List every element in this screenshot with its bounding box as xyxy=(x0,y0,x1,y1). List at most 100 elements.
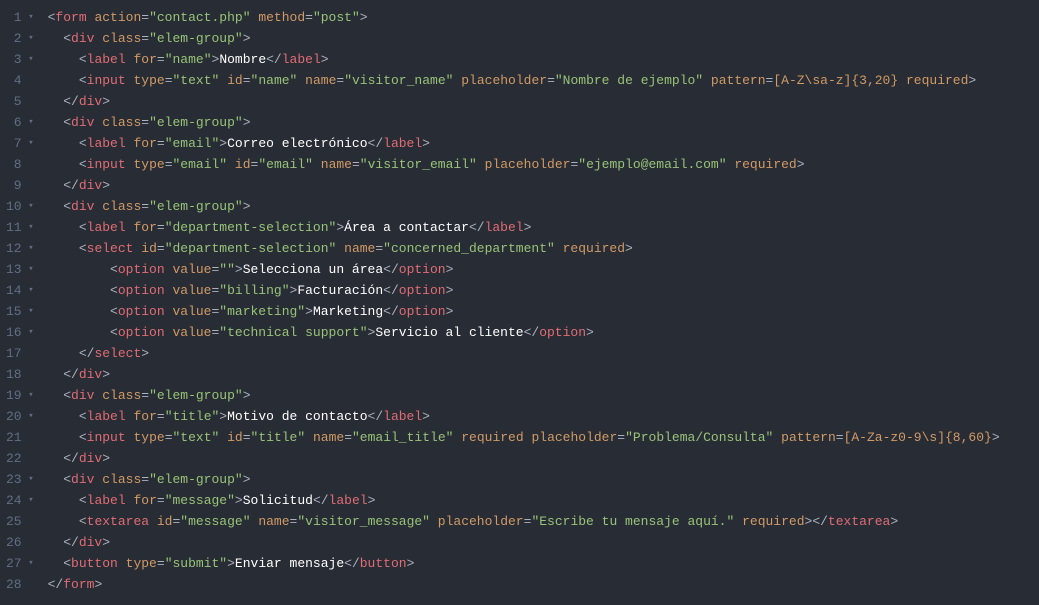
fold-toggle-icon[interactable]: ▾ xyxy=(26,259,34,280)
gutter-line[interactable]: 6▾ xyxy=(6,112,34,133)
code-line[interactable]: <div class="elem-group"> xyxy=(48,196,1039,217)
fold-toggle-icon[interactable]: ▾ xyxy=(26,469,34,490)
code-line[interactable]: </form> xyxy=(48,574,1039,595)
gutter-line[interactable]: 27▾ xyxy=(6,553,34,574)
gutter-line[interactable]: 22 xyxy=(6,448,34,469)
code-line[interactable]: <textarea id="message" name="visitor_mes… xyxy=(48,511,1039,532)
code-line[interactable]: <label for="message">Solicitud</label> xyxy=(48,490,1039,511)
token-attr: required xyxy=(734,157,796,172)
code-line[interactable]: <input type="text" id="name" name="visit… xyxy=(48,70,1039,91)
token-bracket: </ xyxy=(344,556,360,571)
gutter-line[interactable]: 11▾ xyxy=(6,217,34,238)
token-attr: for xyxy=(133,493,156,508)
gutter-line[interactable]: 24▾ xyxy=(6,490,34,511)
gutter-line[interactable]: 9 xyxy=(6,175,34,196)
fold-toggle-icon[interactable]: ▾ xyxy=(26,7,34,28)
token-bracket xyxy=(555,241,563,256)
gutter-line[interactable]: 5 xyxy=(6,91,34,112)
fold-toggle-icon[interactable]: ▾ xyxy=(26,322,34,343)
line-number: 3 xyxy=(14,49,22,70)
gutter-line[interactable]: 20▾ xyxy=(6,406,34,427)
code-line[interactable]: </div> xyxy=(48,91,1039,112)
fold-toggle-icon[interactable]: ▾ xyxy=(26,196,34,217)
gutter-line[interactable]: 14▾ xyxy=(6,280,34,301)
code-line[interactable]: <label for="name">Nombre</label> xyxy=(48,49,1039,70)
token-attr: method xyxy=(258,10,305,25)
token-attr: required xyxy=(563,241,625,256)
token-bracket: < xyxy=(110,262,118,277)
code-area[interactable]: <form action="contact.php" method="post"… xyxy=(42,0,1039,605)
code-line[interactable]: <option value="technical support">Servic… xyxy=(48,322,1039,343)
token-tag: option xyxy=(118,283,165,298)
line-number: 28 xyxy=(6,574,22,595)
fold-toggle-icon[interactable]: ▾ xyxy=(26,238,34,259)
token-bracket: < xyxy=(63,199,71,214)
fold-toggle-icon[interactable]: ▾ xyxy=(26,385,34,406)
fold-toggle-icon[interactable]: ▾ xyxy=(26,133,34,154)
code-line[interactable]: <option value="">Selecciona un área</opt… xyxy=(48,259,1039,280)
line-number: 14 xyxy=(6,280,22,301)
code-line[interactable]: </div> xyxy=(48,175,1039,196)
gutter-line[interactable]: 15▾ xyxy=(6,301,34,322)
token-eq: = xyxy=(157,409,165,424)
code-line[interactable]: <form action="contact.php" method="post"… xyxy=(48,7,1039,28)
code-line[interactable]: <label for="email">Correo electrónico</l… xyxy=(48,133,1039,154)
code-line[interactable]: <button type="submit">Enviar mensaje</bu… xyxy=(48,553,1039,574)
token-attr: for xyxy=(133,409,156,424)
fold-toggle-icon[interactable]: ▾ xyxy=(26,28,34,49)
code-line[interactable]: </div> xyxy=(48,448,1039,469)
code-line[interactable]: <div class="elem-group"> xyxy=(48,469,1039,490)
gutter-line[interactable]: 16▾ xyxy=(6,322,34,343)
token-bracket: > xyxy=(235,493,243,508)
token-attr: [A-Z\sa-z]{3,20} xyxy=(773,73,898,88)
code-line[interactable]: </div> xyxy=(48,532,1039,553)
token-str: "technical support" xyxy=(219,325,367,340)
code-line[interactable]: <option value="billing">Facturación</opt… xyxy=(48,280,1039,301)
token-bracket: </ xyxy=(524,325,540,340)
code-line[interactable]: <div class="elem-group"> xyxy=(48,28,1039,49)
gutter-line[interactable]: 18 xyxy=(6,364,34,385)
gutter-line[interactable]: 7▾ xyxy=(6,133,34,154)
gutter-line[interactable]: 12▾ xyxy=(6,238,34,259)
token-eq: = xyxy=(836,430,844,445)
code-editor[interactable]: 1▾2▾3▾456▾7▾8910▾11▾12▾13▾14▾15▾16▾17181… xyxy=(0,0,1039,605)
fold-toggle-icon[interactable]: ▾ xyxy=(26,217,34,238)
gutter-line[interactable]: 26 xyxy=(6,532,34,553)
line-number-gutter[interactable]: 1▾2▾3▾456▾7▾8910▾11▾12▾13▾14▾15▾16▾17181… xyxy=(0,0,42,605)
token-attr: for xyxy=(133,220,156,235)
fold-toggle-icon[interactable]: ▾ xyxy=(26,280,34,301)
code-line[interactable]: <div class="elem-group"> xyxy=(48,385,1039,406)
gutter-line[interactable]: 4 xyxy=(6,70,34,91)
fold-toggle-icon[interactable]: ▾ xyxy=(26,49,34,70)
code-line[interactable]: <label for="department-selection">Área a… xyxy=(48,217,1039,238)
fold-toggle-icon[interactable]: ▾ xyxy=(26,301,34,322)
token-attr: id xyxy=(227,430,243,445)
code-line[interactable]: <div class="elem-group"> xyxy=(48,112,1039,133)
fold-toggle-icon[interactable]: ▾ xyxy=(26,406,34,427)
gutter-line[interactable]: 3▾ xyxy=(6,49,34,70)
fold-toggle-icon[interactable]: ▾ xyxy=(26,553,34,574)
gutter-line[interactable]: 25 xyxy=(6,511,34,532)
code-line[interactable]: <label for="title">Motivo de contacto</l… xyxy=(48,406,1039,427)
gutter-line[interactable]: 19▾ xyxy=(6,385,34,406)
code-line[interactable]: </div> xyxy=(48,364,1039,385)
code-line[interactable]: </select> xyxy=(48,343,1039,364)
gutter-line[interactable]: 8 xyxy=(6,154,34,175)
gutter-line[interactable]: 17 xyxy=(6,343,34,364)
token-bracket: </ xyxy=(383,283,399,298)
gutter-line[interactable]: 10▾ xyxy=(6,196,34,217)
token-bracket: > xyxy=(524,220,532,235)
code-line[interactable]: <input type="email" id="email" name="vis… xyxy=(48,154,1039,175)
gutter-line[interactable]: 28 xyxy=(6,574,34,595)
gutter-line[interactable]: 1▾ xyxy=(6,7,34,28)
fold-toggle-icon[interactable]: ▾ xyxy=(26,490,34,511)
code-line[interactable]: <select id="department-selection" name="… xyxy=(48,238,1039,259)
gutter-line[interactable]: 21 xyxy=(6,427,34,448)
fold-toggle-icon[interactable]: ▾ xyxy=(26,112,34,133)
code-line[interactable]: <input type="text" id="title" name="emai… xyxy=(48,427,1039,448)
token-str: "elem-group" xyxy=(149,31,243,46)
gutter-line[interactable]: 2▾ xyxy=(6,28,34,49)
code-line[interactable]: <option value="marketing">Marketing</opt… xyxy=(48,301,1039,322)
gutter-line[interactable]: 13▾ xyxy=(6,259,34,280)
gutter-line[interactable]: 23▾ xyxy=(6,469,34,490)
